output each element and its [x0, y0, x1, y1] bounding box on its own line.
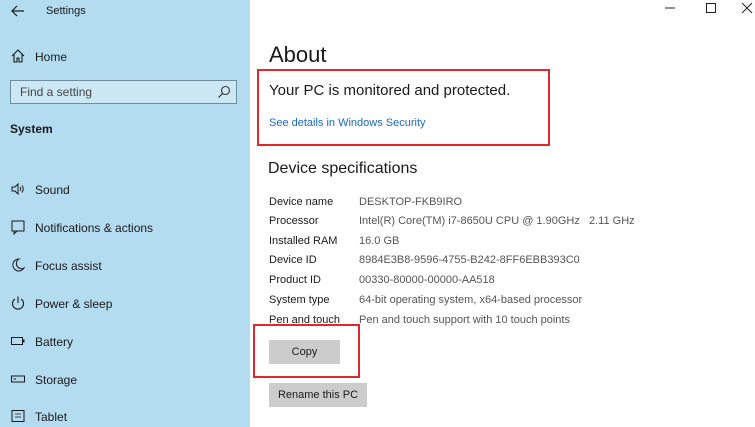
spec-value: DESKTOP-FKB9IRO — [359, 196, 463, 208]
back-button[interactable] — [11, 2, 29, 20]
home-label: Home — [35, 50, 68, 64]
minimize-icon — [665, 7, 675, 9]
close-icon — [741, 2, 753, 14]
spec-row-installed-ram: Installed RAM 16.0 GB — [0, 233, 755, 251]
section-title: System — [10, 122, 53, 136]
sidebar-item-storage[interactable]: Storage — [0, 367, 250, 391]
device-specifications-heading: Device specifications — [268, 160, 418, 177]
arrow-left-icon — [11, 5, 24, 17]
windows-security-link[interactable]: See details in Windows Security — [269, 117, 426, 129]
sidebar-item-label: Battery — [35, 335, 74, 349]
search-box[interactable] — [10, 80, 237, 104]
spec-label: Processor — [269, 215, 319, 227]
spec-value: 00330-80000-00000-AA518 — [359, 274, 495, 286]
maximize-button[interactable] — [703, 2, 719, 18]
spec-row-system-type: System type 64-bit operating system, x64… — [0, 292, 755, 310]
title-bar: Settings — [0, 0, 250, 24]
sidebar-item-label: Storage — [35, 373, 78, 387]
spec-value: 16.0 GB — [359, 235, 400, 247]
page-title: About — [269, 42, 327, 67]
spec-label: Device ID — [269, 254, 317, 266]
spec-label: Device name — [269, 196, 334, 208]
sidebar-item-tablet[interactable]: Tablet — [0, 404, 250, 427]
spec-label: Installed RAM — [269, 235, 338, 247]
sidebar-item-label: Tablet — [35, 410, 68, 424]
nav-home[interactable]: Home — [0, 45, 250, 67]
minimize-button[interactable] — [662, 2, 678, 18]
spec-row-processor: Processor Intel(R) Core(TM) i7-8650U CPU… — [0, 213, 755, 231]
window-title: Settings — [46, 5, 86, 17]
spec-label: System type — [269, 294, 330, 306]
spec-value: Pen and touch support with 10 touch poin… — [359, 314, 570, 326]
search-icon[interactable] — [217, 85, 231, 99]
tablet-icon — [11, 410, 25, 422]
storage-icon — [11, 375, 25, 383]
spec-row-pen-touch: Pen and touch Pen and touch support with… — [0, 312, 755, 330]
search-input[interactable] — [11, 81, 211, 103]
spec-value: 64-bit operating system, x64-based proce… — [359, 294, 583, 306]
home-icon — [11, 49, 25, 63]
spec-row-device-id: Device ID 8984E3B8-9596-4755-B242-8FF6EB… — [0, 252, 755, 270]
close-button[interactable] — [739, 2, 755, 18]
spec-label: Product ID — [269, 274, 321, 286]
protection-status: Your PC is monitored and protected. — [269, 82, 511, 99]
spec-row-product-id: Product ID 00330-80000-00000-AA518 — [0, 272, 755, 290]
spec-value: Intel(R) Core(TM) i7-8650U CPU @ 1.90GHz… — [359, 215, 635, 227]
highlight-box-protection — [257, 69, 550, 146]
spec-row-device-name: Device name DESKTOP-FKB9IRO — [0, 194, 755, 212]
battery-icon — [11, 337, 25, 345]
spec-value: 8984E3B8-9596-4755-B242-8FF6EBB393C0 — [359, 254, 580, 266]
maximize-icon — [706, 3, 716, 13]
copy-button[interactable]: Copy — [269, 340, 340, 364]
sidebar-item-battery[interactable]: Battery — [0, 329, 250, 353]
rename-pc-button[interactable]: Rename this PC — [269, 383, 367, 407]
